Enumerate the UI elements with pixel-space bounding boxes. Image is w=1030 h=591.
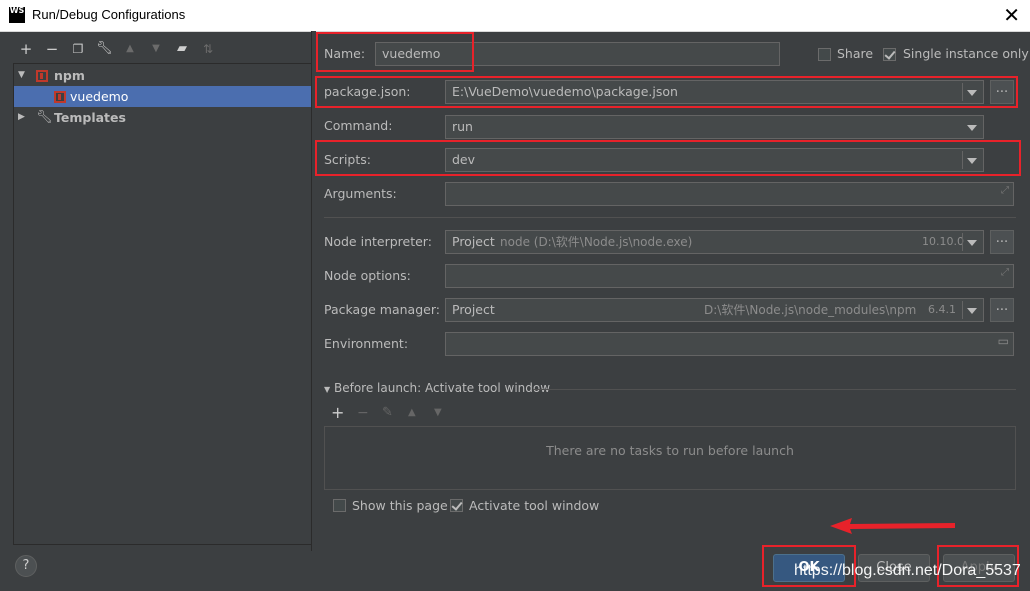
arguments-input[interactable]: ⤢ — [445, 182, 1014, 206]
chevron-down-icon[interactable] — [967, 158, 977, 164]
combo-separator — [962, 301, 963, 319]
collapse-arrow-icon[interactable]: ▶ — [18, 107, 25, 128]
node-interpreter-label: Node interpreter: — [324, 234, 432, 249]
package-manager-project: Project — [452, 302, 495, 317]
expand-arrow-icon[interactable]: ▼ — [18, 65, 25, 86]
package-manager-browse-button[interactable]: ... — [990, 298, 1014, 322]
empty-tasks-text: There are no tasks to run before launch — [546, 443, 794, 458]
share-checkbox[interactable] — [818, 48, 831, 61]
splitter[interactable] — [311, 31, 316, 551]
package-manager-version: 6.4.1 — [928, 303, 956, 316]
single-instance-label: Single instance only — [903, 46, 1029, 61]
tree-item-npm-label: npm — [54, 68, 85, 83]
chevron-down-icon[interactable] — [967, 240, 977, 246]
package-manager-combo[interactable]: Project D:\软件\Node.js\node_modules\npm 6… — [445, 298, 984, 322]
share-label: Share — [837, 46, 874, 61]
expand-icon[interactable]: ⤢ — [1001, 183, 1009, 202]
separator — [533, 389, 1016, 390]
name-label: Name: — [324, 46, 366, 61]
combo-separator — [962, 233, 963, 251]
command-label: Command: — [324, 118, 393, 133]
arguments-label: Arguments: — [324, 186, 397, 201]
chevron-down-icon[interactable] — [967, 90, 977, 96]
node-interpreter-path: node (D:\软件\Node.js\node.exe) — [500, 235, 693, 249]
copy-icon[interactable]: ❐ — [70, 41, 86, 57]
node-options-label: Node options: — [324, 268, 411, 283]
before-launch-task-list[interactable]: There are no tasks to run before launch — [324, 426, 1016, 490]
wrench-icon: 🔧︎ — [36, 110, 53, 125]
package-manager-label: Package manager: — [324, 302, 440, 317]
configuration-tree[interactable]: ▼ npm vuedemo ▶ 🔧︎ Templates — [13, 63, 313, 545]
expand-icon[interactable]: ⤢ — [1001, 265, 1009, 284]
node-options-input[interactable]: ⤢ — [445, 264, 1014, 288]
title-bar: WS Run/Debug Configurations ✕ — [0, 0, 1030, 32]
package-json-browse-button[interactable]: ... — [990, 80, 1014, 104]
single-instance-checkbox[interactable] — [883, 48, 896, 61]
before-launch-label: Before launch: Activate tool window — [333, 381, 551, 395]
arrow-down-icon[interactable]: ▼ — [434, 407, 442, 418]
arrow-up-icon[interactable]: ▲ — [122, 41, 138, 57]
package-json-label: package.json: — [324, 84, 411, 99]
folder-add-icon[interactable]: ▰ — [174, 41, 190, 57]
help-button[interactable]: ? — [15, 555, 37, 577]
package-json-value: E:\VueDemo\vuedemo\package.json — [452, 84, 678, 99]
package-json-combo[interactable]: E:\VueDemo\vuedemo\package.json — [445, 80, 984, 104]
watermark-text: https://blog.csdn.net/Dora_5537 — [794, 562, 1021, 579]
show-this-page-label: Show this page — [352, 498, 448, 513]
node-interpreter-project: Project — [452, 234, 495, 249]
environment-label: Environment: — [324, 336, 409, 351]
activate-tool-window-checkbox[interactable] — [450, 499, 463, 512]
separator — [324, 217, 1016, 218]
webstorm-app-icon: WS — [9, 7, 25, 23]
combo-separator — [962, 151, 963, 169]
collapse-arrow-icon[interactable]: ▼ — [324, 385, 330, 394]
npm-icon — [54, 91, 66, 103]
annotation-arrow — [830, 518, 955, 534]
activate-tool-window-label: Activate tool window — [469, 498, 600, 513]
show-this-page-checkbox[interactable] — [333, 499, 346, 512]
node-interpreter-version: 10.10.0 — [922, 235, 964, 248]
chevron-down-icon[interactable] — [967, 125, 977, 131]
scripts-value: dev — [452, 152, 476, 167]
chevron-down-icon[interactable] — [967, 308, 977, 314]
folder-icon[interactable]: ▭ — [998, 333, 1009, 352]
tree-item-vuedemo[interactable]: vuedemo — [14, 86, 312, 107]
tree-item-vuedemo-label: vuedemo — [70, 89, 129, 104]
node-interpreter-combo[interactable]: Project node (D:\软件\Node.js\node.exe) 10… — [445, 230, 984, 254]
add-icon[interactable]: + — [331, 403, 344, 422]
name-input[interactable]: vuedemo — [375, 42, 780, 66]
arrow-down-icon[interactable]: ▼ — [148, 41, 164, 57]
tree-item-templates-label: Templates — [54, 110, 126, 125]
remove-icon[interactable]: − — [44, 41, 60, 57]
environment-input[interactable]: ▭ — [445, 332, 1014, 356]
command-combo[interactable]: run — [445, 115, 984, 139]
command-value: run — [452, 119, 473, 134]
window-title: Run/Debug Configurations — [32, 7, 186, 22]
remove-icon[interactable]: − — [357, 405, 369, 421]
node-interpreter-browse-button[interactable]: ... — [990, 230, 1014, 254]
sort-icon[interactable]: ⇅ — [200, 41, 216, 57]
add-icon[interactable]: + — [18, 41, 34, 57]
scripts-combo[interactable]: dev — [445, 148, 984, 172]
scripts-label: Scripts: — [324, 152, 371, 167]
close-icon[interactable]: ✕ — [1003, 3, 1020, 27]
npm-icon — [36, 70, 48, 82]
arrow-up-icon[interactable]: ▲ — [408, 407, 416, 418]
package-manager-path: D:\软件\Node.js\node_modules\npm — [704, 303, 917, 317]
edit-icon[interactable]: ✎ — [382, 405, 393, 420]
combo-separator — [962, 83, 963, 101]
tree-item-templates[interactable]: ▶ 🔧︎ Templates — [14, 107, 312, 128]
before-launch-header[interactable]: ▼ Before launch: Activate tool window — [324, 381, 550, 395]
wrench-icon[interactable]: 🔧︎ — [96, 41, 113, 57]
tree-item-npm[interactable]: ▼ npm — [14, 65, 312, 86]
